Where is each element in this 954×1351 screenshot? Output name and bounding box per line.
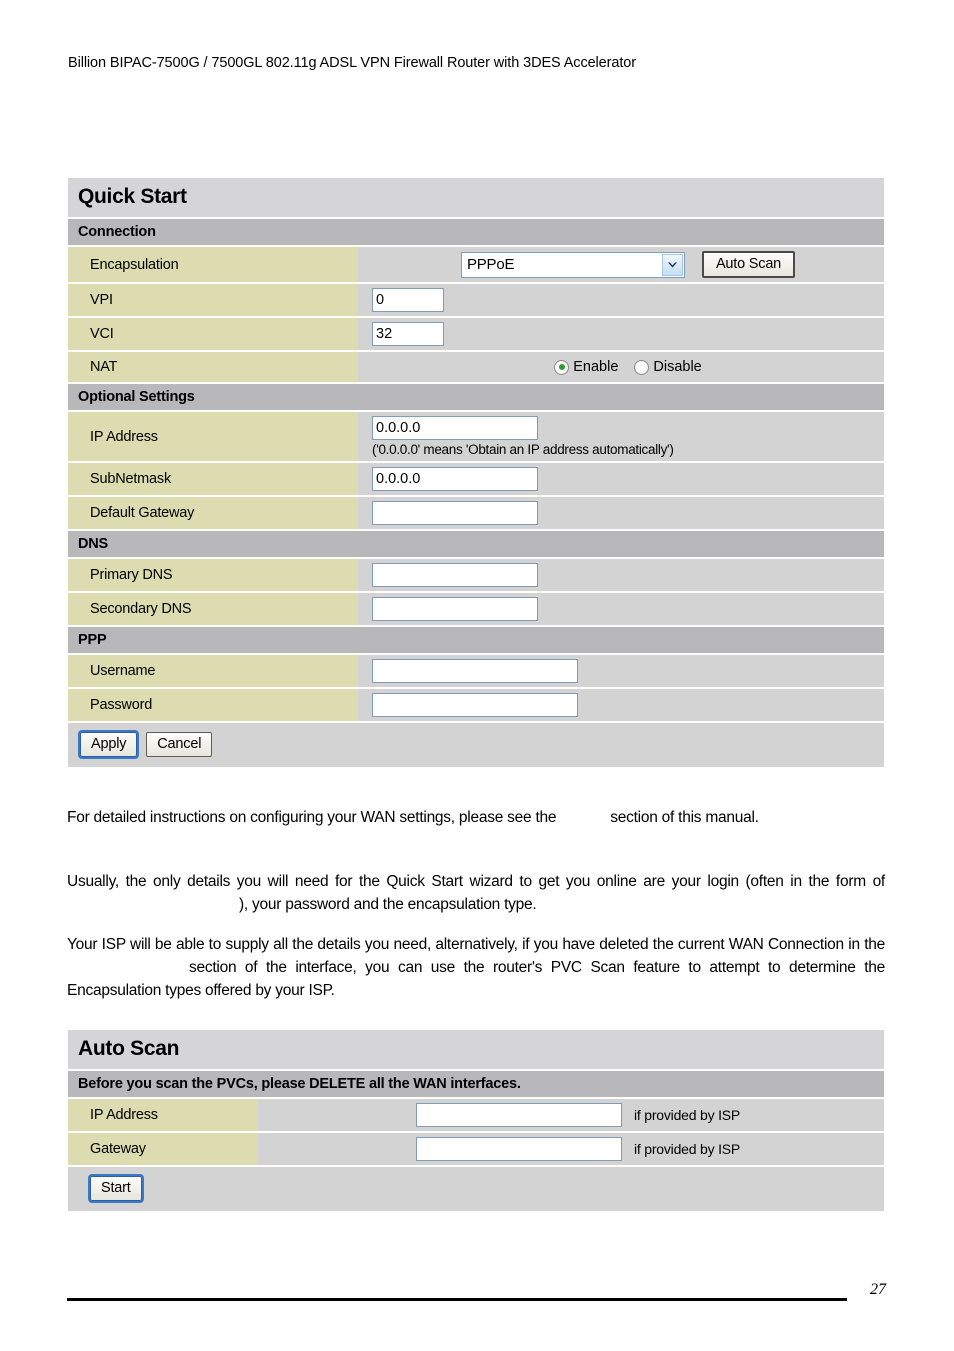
auto-scan-title: Auto Scan <box>68 1030 884 1071</box>
label-scan-ip-address: IP Address <box>68 1099 258 1131</box>
encapsulation-selected-value: PPPoE <box>466 256 515 273</box>
label-vpi: VPI <box>68 284 358 316</box>
row-nat: NAT Enable Disable <box>68 352 884 384</box>
label-password: Password <box>68 689 358 721</box>
apply-button[interactable]: Apply <box>77 730 140 759</box>
section-connection: Connection <box>68 219 884 247</box>
label-scan-gateway: Gateway <box>68 1133 258 1165</box>
value-nat: Enable Disable <box>358 352 884 382</box>
section-dns: DNS <box>68 531 884 559</box>
ip-address-input[interactable] <box>372 416 538 440</box>
nat-enable-option[interactable]: Enable <box>554 359 618 375</box>
default-gateway-input[interactable] <box>372 501 538 525</box>
ip-address-hint: ('0.0.0.0' means 'Obtain an IP address a… <box>372 442 674 457</box>
quick-start-action-bar: Apply Cancel <box>68 723 884 767</box>
row-username: Username <box>68 655 884 689</box>
value-password <box>358 689 884 721</box>
value-scan-gateway: if provided by ISP <box>258 1133 884 1165</box>
nat-disable-label: Disable <box>653 359 702 375</box>
auto-scan-panel: Auto Scan Before you scan the PVCs, plea… <box>68 1030 884 1211</box>
label-subnetmask: SubNetmask <box>68 463 358 495</box>
label-default-gateway: Default Gateway <box>68 497 358 529</box>
paragraph-isp-details: Your ISP will be able to supply all the … <box>67 933 885 1002</box>
row-scan-gateway: Gateway if provided by ISP <box>68 1133 884 1167</box>
label-secondary-dns: Secondary DNS <box>68 593 358 625</box>
vci-input[interactable] <box>372 322 444 346</box>
value-vci <box>358 318 884 350</box>
scan-ip-address-note: if provided by ISP <box>633 1107 741 1123</box>
scan-gateway-note: if provided by ISP <box>633 1141 741 1157</box>
page-number: 27 <box>870 1281 886 1298</box>
paragraph-login-details: Usually, the only details you will need … <box>67 870 885 916</box>
row-subnetmask: SubNetmask <box>68 463 884 497</box>
label-nat: NAT <box>68 352 358 382</box>
encapsulation-select[interactable]: PPPoE <box>460 251 685 278</box>
document-header: Billion BIPAC-7500G / 7500GL 802.11g ADS… <box>68 55 636 71</box>
auto-scan-button[interactable]: Auto Scan <box>701 251 796 278</box>
quick-start-panel: Quick Start Connection Encapsulation PPP… <box>68 178 884 767</box>
value-secondary-dns <box>358 593 884 625</box>
vpi-input[interactable] <box>372 288 444 312</box>
radio-selected-icon[interactable] <box>554 359 570 375</box>
row-scan-ip-address: IP Address if provided by ISP <box>68 1099 884 1133</box>
scan-ip-address-input[interactable] <box>415 1103 622 1127</box>
paragraph-2-part-2: ), your password and the encapsulation t… <box>239 896 537 913</box>
row-password: Password <box>68 689 884 723</box>
value-scan-ip-address: if provided by ISP <box>258 1099 884 1131</box>
paragraph-3-part-2: section of the interface, you can use th… <box>67 959 885 999</box>
scan-gateway-input[interactable] <box>415 1137 622 1161</box>
paragraph-1-part-2: section of this manual. <box>610 809 759 826</box>
row-secondary-dns: Secondary DNS <box>68 593 884 627</box>
secondary-dns-input[interactable] <box>372 597 538 621</box>
nat-radio-group: Enable Disable <box>554 359 702 375</box>
value-encapsulation: PPPoE Auto Scan <box>358 247 884 282</box>
paragraph-3-part-1: Your ISP will be able to supply all the … <box>67 936 885 953</box>
paragraph-1-part-1: For detailed instructions on configuring… <box>67 809 557 826</box>
value-ip-address: ('0.0.0.0' means 'Obtain an IP address a… <box>358 412 884 461</box>
radio-unselected-icon[interactable] <box>634 359 650 375</box>
section-ppp: PPP <box>68 627 884 655</box>
label-encapsulation: Encapsulation <box>68 247 358 282</box>
footer-rule <box>67 1298 847 1301</box>
row-ip-address: IP Address ('0.0.0.0' means 'Obtain an I… <box>68 412 884 463</box>
value-username <box>358 655 884 687</box>
section-optional-settings: Optional Settings <box>68 384 884 412</box>
nat-enable-label: Enable <box>573 359 619 375</box>
auto-scan-action-bar: Start <box>68 1167 884 1211</box>
row-primary-dns: Primary DNS <box>68 559 884 593</box>
label-username: Username <box>68 655 358 687</box>
chevron-down-icon[interactable] <box>661 253 683 276</box>
auto-scan-notice: Before you scan the PVCs, please DELETE … <box>68 1071 884 1099</box>
paragraph-wan-settings: For detailed instructions on configuring… <box>67 806 885 829</box>
label-vci: VCI <box>68 318 358 350</box>
value-subnetmask <box>358 463 884 495</box>
value-default-gateway <box>358 497 884 529</box>
subnetmask-input[interactable] <box>372 467 538 491</box>
row-vci: VCI <box>68 318 884 352</box>
value-primary-dns <box>358 559 884 591</box>
value-vpi <box>358 284 884 316</box>
row-encapsulation: Encapsulation PPPoE Auto Scan <box>68 247 884 284</box>
nat-disable-option[interactable]: Disable <box>634 359 702 375</box>
username-input[interactable] <box>372 659 578 683</box>
label-primary-dns: Primary DNS <box>68 559 358 591</box>
password-input[interactable] <box>372 693 578 717</box>
label-ip-address: IP Address <box>68 412 358 461</box>
start-button[interactable]: Start <box>88 1174 144 1203</box>
primary-dns-input[interactable] <box>372 563 538 587</box>
quick-start-title: Quick Start <box>68 178 884 219</box>
row-vpi: VPI <box>68 284 884 318</box>
paragraph-2-part-1: Usually, the only details you will need … <box>67 873 885 890</box>
cancel-button[interactable]: Cancel <box>146 732 213 757</box>
row-default-gateway: Default Gateway <box>68 497 884 531</box>
